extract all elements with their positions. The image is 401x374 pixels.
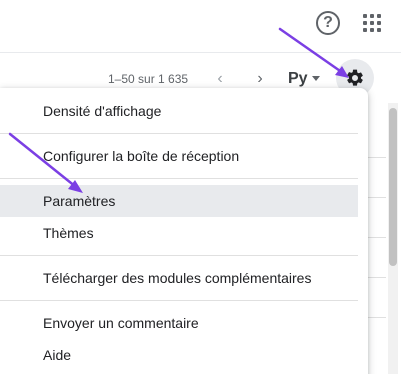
pagination-text: 1–50 sur 1 635 xyxy=(108,72,189,86)
gmail-page: ? 1–50 sur 1 635 ‹ › Рy Densité d'affich… xyxy=(0,0,401,374)
apps-dot xyxy=(363,28,367,32)
gear-icon[interactable] xyxy=(345,68,365,88)
menu-separator xyxy=(0,255,358,256)
menu-item-configure-inbox[interactable]: Configurer la boîte de réception xyxy=(0,140,358,172)
chevron-down-icon[interactable] xyxy=(312,76,320,81)
input-tools-language[interactable]: Рy xyxy=(288,70,308,88)
apps-dot xyxy=(363,14,367,18)
menu-item-help[interactable]: Aide xyxy=(0,339,358,371)
chevron-right-icon[interactable]: › xyxy=(252,70,268,88)
menu-separator xyxy=(0,300,358,301)
menu-item-themes[interactable]: Thèmes xyxy=(0,217,358,249)
menu-item-display-density[interactable]: Densité d'affichage xyxy=(0,95,358,127)
settings-menu: Densité d'affichage Configurer la boîte … xyxy=(0,88,368,374)
menu-item-send-feedback[interactable]: Envoyer un commentaire xyxy=(0,307,358,339)
menu-item-settings[interactable]: Paramètres xyxy=(0,185,358,217)
apps-grid-icon[interactable] xyxy=(363,14,381,32)
top-bar: ? xyxy=(0,0,401,52)
apps-dot xyxy=(377,28,381,32)
menu-item-get-addons[interactable]: Télécharger des modules complémentaires xyxy=(0,262,358,294)
apps-dot xyxy=(370,21,374,25)
apps-dot xyxy=(370,28,374,32)
chevron-left-icon[interactable]: ‹ xyxy=(212,70,228,88)
menu-separator xyxy=(0,178,358,179)
apps-dot xyxy=(370,14,374,18)
apps-dot xyxy=(363,21,367,25)
help-icon[interactable]: ? xyxy=(316,11,340,35)
apps-dot xyxy=(377,14,381,18)
scrollbar-thumb[interactable] xyxy=(389,108,397,266)
apps-dot xyxy=(377,21,381,25)
menu-separator xyxy=(0,133,358,134)
